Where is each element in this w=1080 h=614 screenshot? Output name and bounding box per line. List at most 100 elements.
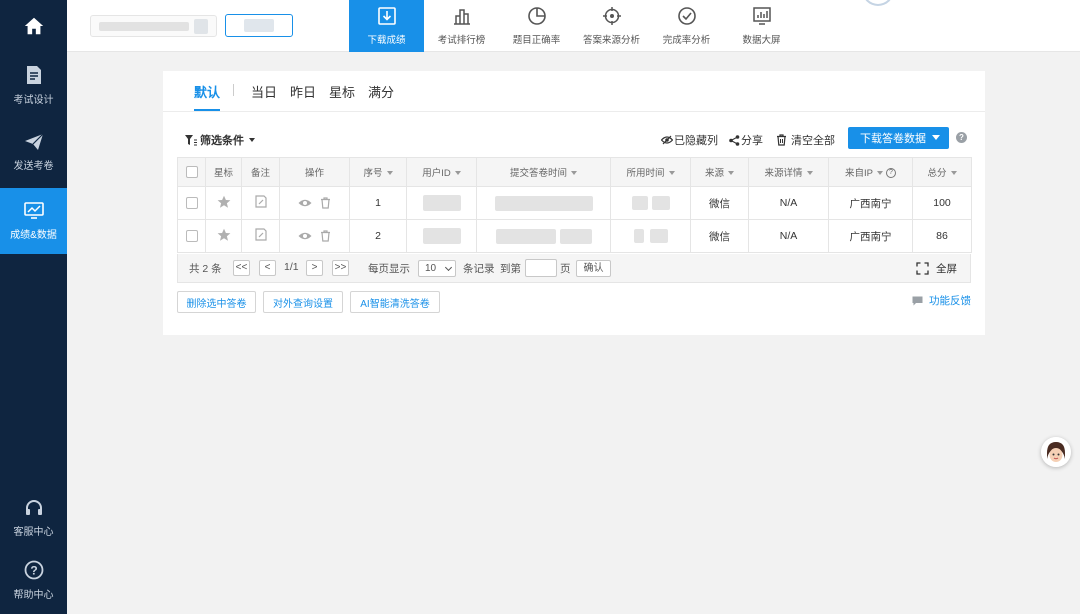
redacted-text (422, 228, 461, 244)
project-name-field[interactable] (90, 15, 217, 37)
col-header-label: 总分 (927, 168, 947, 179)
eye-slash-icon (661, 135, 673, 145)
prev-page-button[interactable]: < (259, 260, 276, 276)
filter-tab-full-score[interactable]: 满分 (368, 82, 394, 109)
col-header-label: 用户ID (422, 168, 451, 179)
tab-label: 答案来源分析 (582, 35, 640, 46)
note-cell[interactable] (241, 219, 280, 253)
filter-tab-starred[interactable]: 星标 (329, 82, 355, 109)
sidebar-item-label: 考试设计 (13, 94, 54, 106)
download-answers-button[interactable]: 下载答卷数据 (848, 127, 949, 149)
sidebar-item-results-data[interactable]: 成绩&数据 (0, 188, 67, 254)
tab-data-screen[interactable]: 数据大屏 (724, 0, 799, 52)
fullscreen-button[interactable]: 全屏 (916, 261, 957, 276)
filter-icon (185, 134, 197, 145)
redacted-text (559, 228, 592, 244)
col-header-score[interactable]: 总分 (912, 157, 972, 187)
select-all-cell[interactable] (177, 157, 206, 187)
sidebar-item-label: 成绩&数据 (10, 229, 57, 241)
question-mark-icon[interactable]: ? (885, 168, 896, 179)
tab-exam-ranking[interactable]: 考试排行榜 (424, 0, 499, 52)
answers-table: 星标 备注 操作 序号 用户ID 提交答卷时间 所用时间 来源 来源详情 来自I… (177, 157, 972, 253)
filter-conditions-label: 筛选条件 (200, 135, 244, 147)
hidden-columns-button[interactable]: 已隐藏列 (661, 132, 718, 148)
col-header-submit-time[interactable]: 提交答卷时间 (476, 157, 611, 187)
filter-tab-today[interactable]: 当日 (251, 82, 277, 109)
sort-icon (454, 171, 461, 176)
tab-answer-source[interactable]: 答案来源分析 (574, 0, 649, 52)
caret-down-icon (932, 135, 940, 140)
trash-icon[interactable] (320, 230, 331, 242)
sort-icon (806, 171, 813, 176)
col-header-user-id[interactable]: 用户ID (406, 157, 477, 187)
col-header-source[interactable]: 来源 (690, 157, 749, 187)
row-select-cell[interactable] (177, 186, 206, 220)
share-button[interactable]: 分享 (729, 132, 763, 148)
home-icon (24, 17, 43, 35)
redacted-text (651, 196, 670, 210)
note-cell[interactable] (241, 186, 280, 220)
select-all-checkbox[interactable] (185, 166, 198, 178)
sidebar-item-customer-service[interactable]: 客服中心 (0, 485, 67, 551)
col-header-ip[interactable]: 来自IP? (828, 157, 913, 187)
feedback-link[interactable]: 功能反馈 (912, 293, 971, 308)
col-header-source-detail[interactable]: 来源详情 (748, 157, 829, 187)
last-page-button[interactable]: >> (332, 260, 349, 276)
trash-icon[interactable] (320, 197, 331, 209)
col-header-label: 序号 (363, 168, 383, 179)
eye-icon[interactable] (298, 231, 312, 241)
col-header-duration[interactable]: 所用时间 (610, 157, 691, 187)
fullscreen-label: 全屏 (936, 263, 957, 275)
user-avatar[interactable] (862, 0, 894, 6)
records-label: 条记录 (463, 263, 495, 275)
score-cell: 100 (912, 186, 972, 220)
filter-tab-yesterday[interactable]: 昨日 (290, 82, 316, 109)
help-icon[interactable]: ? (956, 132, 967, 143)
star-icon[interactable] (217, 228, 231, 242)
star-icon[interactable] (217, 195, 231, 209)
svg-text:?: ? (30, 563, 37, 577)
filter-tab-default[interactable]: 默认 (194, 82, 221, 111)
col-header-label: 来自IP (845, 168, 873, 179)
col-header-seq[interactable]: 序号 (349, 157, 407, 187)
clear-all-button[interactable]: 清空全部 (776, 132, 835, 148)
redacted-text (495, 228, 556, 244)
assistant-avatar[interactable] (1041, 437, 1071, 467)
download-icon (377, 7, 396, 25)
sidebar: 考试设计 发送考卷 成绩&数据 客服中心 ? 帮助中心 (0, 0, 67, 614)
tab-question-accuracy[interactable]: 题目正确率 (499, 0, 574, 52)
row-select-cell[interactable] (177, 219, 206, 253)
eye-icon[interactable] (298, 198, 312, 208)
ai-clean-answers-button[interactable]: AI智能清洗答卷 (350, 291, 440, 313)
row-checkbox[interactable] (185, 230, 198, 243)
first-page-button[interactable]: << (233, 260, 250, 276)
goto-page-input[interactable] (525, 259, 557, 277)
goto-label: 到第 (500, 263, 521, 275)
sidebar-item-help-center[interactable]: ? 帮助中心 (0, 547, 67, 613)
row-checkbox[interactable] (185, 197, 198, 210)
next-page-button[interactable]: > (306, 260, 323, 276)
delete-selected-button[interactable]: 删除选中答卷 (177, 291, 256, 313)
per-page-select[interactable]: 10 (418, 260, 456, 277)
per-page-value: 10 (425, 263, 437, 274)
sidebar-item-send-exam[interactable]: 发送考卷 (0, 119, 67, 185)
sidebar-item-exam-design[interactable]: 考试设计 (0, 52, 67, 118)
tab-label: 数据大屏 (742, 35, 781, 46)
seq-cell: 1 (349, 186, 407, 220)
external-query-settings-button[interactable]: 对外查询设置 (263, 291, 343, 313)
home-button[interactable] (0, 0, 67, 52)
share-label: 分享 (741, 135, 763, 147)
duration-cell (610, 219, 691, 253)
note-icon[interactable] (254, 195, 267, 208)
ip-cell: 广西南宁 (828, 186, 913, 220)
tab-completion-rate[interactable]: 完成率分析 (649, 0, 724, 52)
project-action-button[interactable] (225, 14, 293, 37)
filter-conditions-button[interactable]: 筛选条件 (185, 132, 255, 148)
per-page-label: 每页显示 (368, 263, 410, 275)
note-icon[interactable] (254, 228, 267, 241)
tab-download-results[interactable]: 下载成绩 (349, 0, 424, 52)
star-cell[interactable] (205, 219, 242, 253)
star-cell[interactable] (205, 186, 242, 220)
goto-confirm-button[interactable]: 确认 (576, 260, 611, 277)
caret-down-icon (249, 138, 255, 142)
